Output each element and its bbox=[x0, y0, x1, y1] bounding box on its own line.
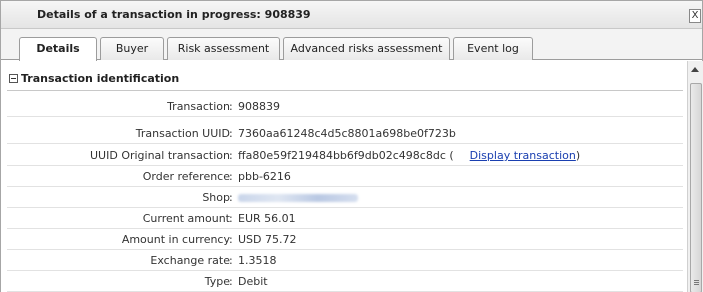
field-label: Type bbox=[204, 275, 230, 288]
field-label: Shop bbox=[202, 191, 230, 204]
field-colon: : bbox=[229, 149, 233, 162]
field-row-order-reference: Order reference : pbb-6216 bbox=[7, 166, 683, 187]
field-value: pbb-6216 bbox=[238, 170, 291, 183]
field-row-transaction: Transaction : 908839 bbox=[7, 96, 683, 117]
field-colon: : bbox=[229, 170, 233, 183]
window-title: Details of a transaction in progress: 90… bbox=[37, 8, 311, 21]
field-label: Current amount bbox=[142, 212, 230, 225]
tab-risk-assessment[interactable]: Risk assessment bbox=[167, 37, 280, 60]
field-colon: : bbox=[229, 127, 233, 140]
vertical-scrollbar[interactable] bbox=[687, 61, 703, 292]
tab-buyer[interactable]: Buyer bbox=[100, 37, 164, 60]
field-value: 1.3518 bbox=[238, 254, 277, 267]
tab-strip: Details Buyer Risk assessment Advanced r… bbox=[1, 29, 702, 61]
display-transaction-link[interactable]: Display transaction bbox=[470, 149, 576, 162]
collapse-minus-icon[interactable] bbox=[9, 74, 18, 83]
field-value: ffa80e59f219484bb6f9db02c498c8dc ( Displa… bbox=[238, 149, 580, 162]
original-uuid-text: ffa80e59f219484bb6f9db02c498c8dc ( bbox=[238, 149, 454, 162]
tab-details[interactable]: Details bbox=[19, 37, 97, 61]
link-suffix: ) bbox=[575, 149, 581, 162]
title-bar: Details of a transaction in progress: 90… bbox=[1, 1, 702, 29]
field-colon: : bbox=[229, 275, 233, 288]
field-row-shop: Shop : bbox=[7, 187, 683, 208]
grip-line bbox=[694, 280, 699, 281]
scroll-up-arrow-icon[interactable] bbox=[691, 67, 699, 72]
field-row-original-uuid: UUID Original transaction : ffa80e59f219… bbox=[7, 145, 683, 166]
field-colon: : bbox=[229, 254, 233, 267]
field-label: Transaction UUID bbox=[135, 127, 230, 140]
grip-line bbox=[694, 284, 699, 285]
field-value: EUR 56.01 bbox=[238, 212, 296, 225]
field-row-exchange-rate: Exchange rate : 1.3518 bbox=[7, 250, 683, 271]
field-colon: : bbox=[229, 233, 233, 246]
field-value-redacted bbox=[238, 191, 358, 205]
field-row-transaction-uuid: Transaction UUID : 7360aa61248c4d5c8801a… bbox=[7, 123, 683, 144]
redacted-shop-name bbox=[238, 194, 358, 202]
field-label: Amount in currency bbox=[121, 233, 230, 246]
field-row-type: Type : Debit bbox=[7, 271, 683, 292]
tab-event-log[interactable]: Event log bbox=[453, 37, 533, 60]
close-button[interactable]: X bbox=[689, 9, 701, 23]
field-value: 7360aa61248c4d5c8801a698be0f723b bbox=[238, 127, 456, 140]
field-value: USD 75.72 bbox=[238, 233, 297, 246]
scroll-thumb[interactable] bbox=[690, 83, 702, 292]
field-row-amount-in-currency: Amount in currency : USD 75.72 bbox=[7, 229, 683, 250]
field-value: 908839 bbox=[238, 100, 280, 113]
field-row-current-amount: Current amount : EUR 56.01 bbox=[7, 208, 683, 229]
field-value: Debit bbox=[238, 275, 268, 288]
grip-line bbox=[694, 282, 699, 283]
tab-advanced-risks-assessment[interactable]: Advanced risks assessment bbox=[283, 37, 450, 60]
field-label: Transaction bbox=[167, 100, 230, 113]
section-header[interactable]: Transaction identification bbox=[7, 71, 683, 91]
details-panel: Transaction identification Transaction :… bbox=[1, 61, 687, 292]
field-colon: : bbox=[229, 100, 233, 113]
field-colon: : bbox=[229, 191, 233, 204]
field-label: UUID Original transaction bbox=[90, 149, 230, 162]
field-label: Exchange rate bbox=[150, 254, 230, 267]
transaction-details-window: Details of a transaction in progress: 90… bbox=[0, 0, 703, 292]
field-label: Order reference bbox=[142, 170, 230, 183]
field-colon: : bbox=[229, 212, 233, 225]
section-title: Transaction identification bbox=[21, 72, 180, 85]
